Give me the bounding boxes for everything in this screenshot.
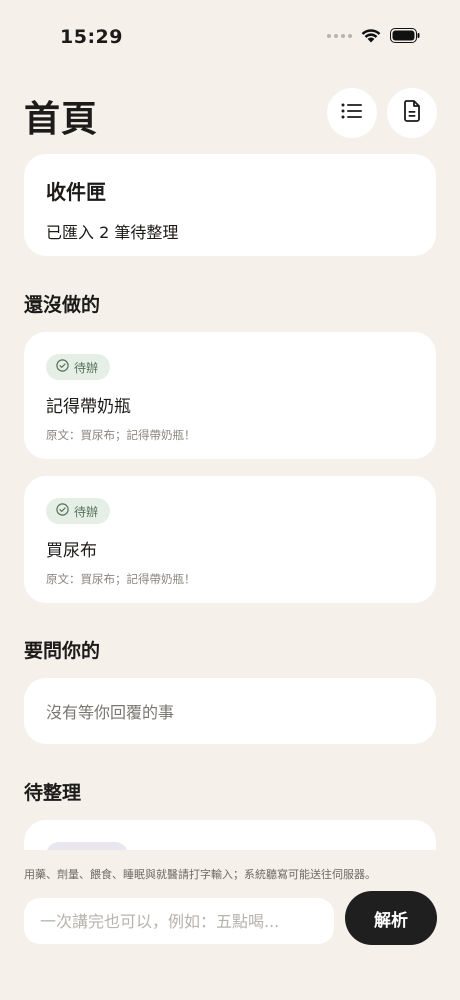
inbox-summary: 已匯入 2 筆待整理	[46, 223, 179, 242]
list-view-button[interactable]	[327, 88, 377, 138]
page-title: 首頁	[24, 99, 99, 140]
inbox-card[interactable]: 收件匣 已匯入 2 筆待整理	[24, 154, 436, 256]
wifi-icon	[361, 28, 381, 43]
empty-state-card: 沒有等你回覆的事	[24, 678, 436, 744]
battery-icon	[390, 28, 420, 43]
section-heading-ask: 要問你的	[24, 640, 101, 662]
task-title: 記得帶奶瓶	[46, 397, 131, 417]
privacy-notice: 用藥、劑量、餵食、睡眠與就醫請打字輸入；系統聽寫可能送往伺服器。	[24, 868, 376, 881]
status-bar: 15:29	[0, 0, 460, 76]
section-heading-sort: 待整理	[24, 782, 82, 804]
check-circle-icon	[56, 359, 69, 375]
signal-icon	[327, 33, 352, 38]
task-source: 原文：買尿布；記得帶奶瓶！	[46, 572, 196, 586]
task-card[interactable]: 待辦 買尿布 原文：買尿布；記得帶奶瓶！	[24, 476, 436, 603]
task-source: 原文：買尿布；記得帶奶瓶！	[46, 428, 196, 442]
document-icon	[403, 100, 421, 126]
section-heading-todo: 還沒做的	[24, 294, 101, 316]
check-circle-icon	[56, 503, 69, 519]
status-icons	[327, 28, 420, 43]
quick-entry-input[interactable]	[24, 898, 334, 944]
status-badge: 待辦	[46, 498, 111, 524]
task-card[interactable]: 待辦 記得帶奶瓶 原文：買尿布；記得帶奶瓶！	[24, 332, 436, 459]
status-badge: 待辦	[46, 354, 111, 380]
document-button[interactable]	[387, 88, 437, 138]
inbox-title: 收件匣	[46, 180, 106, 204]
badge-label: 待辦	[74, 504, 99, 519]
badge-label: 待辦	[74, 360, 99, 375]
task-title: 買尿布	[46, 541, 97, 561]
empty-state-text: 沒有等你回覆的事	[46, 703, 175, 722]
parse-button[interactable]: 解析	[345, 891, 437, 945]
list-icon	[341, 102, 363, 124]
status-time: 15:29	[60, 26, 123, 48]
